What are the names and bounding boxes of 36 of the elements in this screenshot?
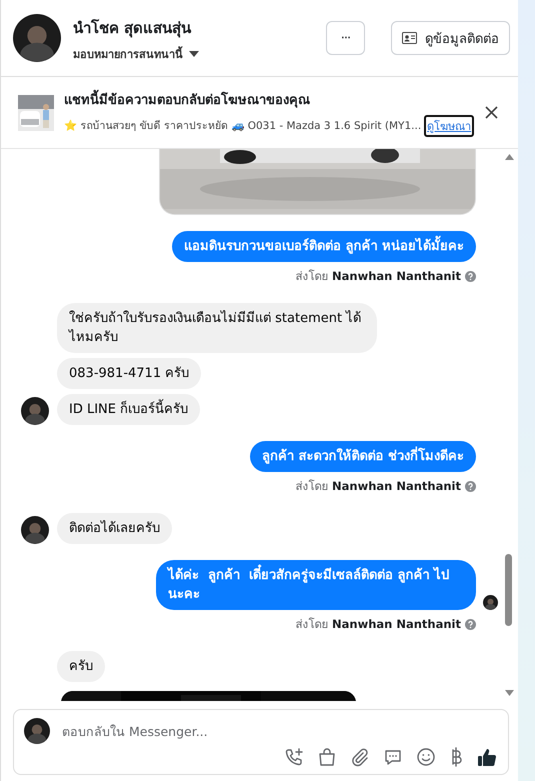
message-bubble: 083-981-4711 ครับ [57, 358, 202, 389]
id-card-icon [402, 32, 417, 44]
scroll-down-icon[interactable] [504, 690, 514, 696]
message-bubble: ลูกค้า สะดวกให้ติดต่อ ช่วงกี่โมงดีคะ [250, 441, 476, 472]
message-bubble: ได้ค่ะ ลูกค้า เดี๋ยวสักครู่จะมีเซลล์ติดต่อ ลูกค้า ไปนะคะ [156, 560, 476, 610]
contact-name: นำโชค สุดแสนสุ่น [73, 18, 192, 40]
message-bubble: ใช่ครับถ้าใบรับรองเงินเดือนไม่มีมีแต่ statement ได้ไหมครับ [57, 303, 377, 353]
avatar [21, 516, 49, 544]
avatar [24, 718, 50, 744]
caret-icon [189, 50, 199, 56]
avatar [483, 595, 498, 610]
sent-by-label: ส่งโดย Nanwhan Nanthanit [295, 268, 461, 285]
more-button[interactable]: ··· [326, 21, 365, 55]
view-ad-link[interactable]: ดูโฆษณา [424, 114, 474, 136]
message-bubble: แอมดินรบกวนขอเบอร์ติดต่อ ลูกค้า หน่อยได้มั้ยคะ [172, 231, 476, 262]
ad-reply-title: แชทนี้มีข้อความตอบกลับต่อโฆษณาของคุณ [64, 88, 467, 110]
assign-dropdown[interactable]: มอบหมายการสนทนานี้ [73, 44, 199, 62]
sent-by-label: ส่งโดย Nanwhan Nanthanit [295, 616, 461, 633]
phone-plus-icon[interactable] [284, 747, 304, 767]
avatar [21, 397, 49, 425]
contact-info-button[interactable]: ดูข้อมูลติดต่อ [391, 21, 510, 55]
message-bubble: ครับ [57, 651, 105, 682]
emoji-icon[interactable] [416, 747, 436, 767]
shopping-bag-icon[interactable] [317, 747, 337, 767]
help-icon [465, 270, 476, 282]
help-icon [465, 618, 476, 630]
avatar [13, 14, 61, 62]
sent-by-label: ส่งโดย Nanwhan Nanthanit [295, 478, 461, 495]
message-bubble: ติดต่อได้เลยครับ [57, 513, 172, 544]
scrollbar-thumb[interactable] [505, 554, 512, 626]
scroll-up-icon[interactable] [504, 154, 514, 160]
message-bubble: ID LINE ก็เบอร์นี้ครับ [57, 394, 200, 425]
ad-description: ⭐ รถบ้านสวยๆ ขับดี ราคาประหยัด 🚙 O031 - Mazda 3 1.6 Spirit (MY1... [64, 118, 422, 134]
thumbs-up-icon[interactable] [476, 746, 498, 768]
help-icon [465, 480, 476, 492]
paperclip-icon[interactable] [350, 747, 370, 767]
